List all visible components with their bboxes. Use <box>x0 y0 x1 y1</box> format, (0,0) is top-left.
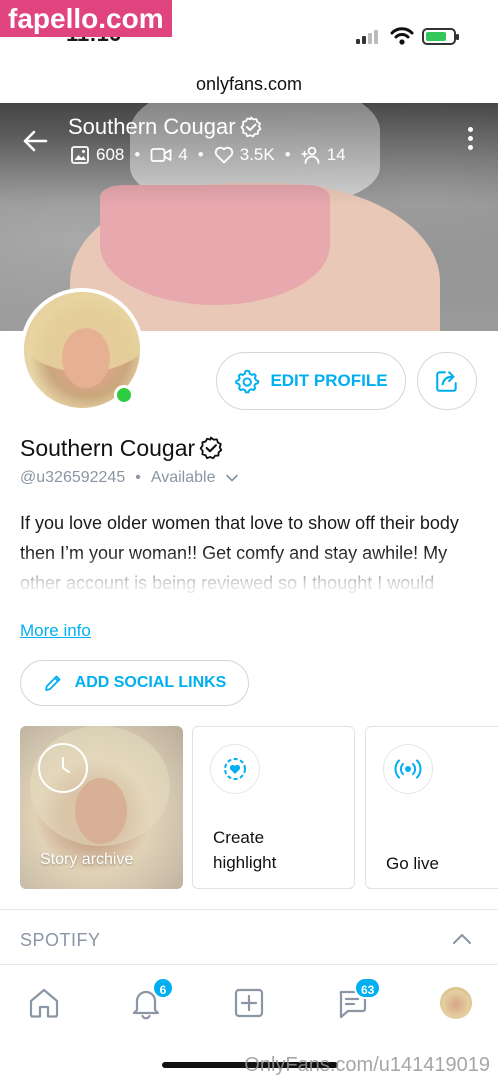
create-highlight-card[interactable]: Create highlight <box>192 726 355 889</box>
video-icon <box>150 148 172 162</box>
spotify-section-title[interactable]: SPOTIFY <box>20 929 101 951</box>
fans-count: 14 <box>326 145 346 164</box>
nav-create-post[interactable] <box>229 983 269 1023</box>
notifications-badge: 6 <box>152 977 174 999</box>
go-live-card[interactable]: Go live <box>365 726 498 889</box>
add-social-links-label: ADD SOCIAL LINKS <box>74 674 227 691</box>
likes-count: 3.5K <box>239 145 275 164</box>
section-divider <box>0 909 498 910</box>
add-post-icon <box>234 988 264 1018</box>
fans-icon <box>300 146 320 164</box>
pencil-icon <box>44 675 61 691</box>
availability-status[interactable]: Available <box>151 468 216 488</box>
heart-highlight-icon <box>210 744 260 794</box>
live-broadcast-icon <box>383 744 433 794</box>
photo-icon <box>71 146 89 164</box>
add-social-links-button[interactable]: ADD SOCIAL LINKS <box>20 660 249 706</box>
cover-name-text: Southern Cougar <box>68 114 236 139</box>
go-live-label: Go live <box>386 854 439 873</box>
nav-messages[interactable]: 63 <box>332 977 382 1023</box>
watermark-bottom: OnlyFans.com/u141419019 <box>244 1054 490 1076</box>
nav-home[interactable] <box>24 983 64 1023</box>
nav-notifications[interactable]: 6 <box>126 977 174 1023</box>
cover-title: Southern Cougar <box>68 113 262 141</box>
browser-url[interactable]: onlyfans.com <box>0 72 498 96</box>
story-archive-card[interactable]: Story archive <box>20 726 183 889</box>
home-icon <box>29 988 59 1018</box>
wifi-icon <box>390 27 414 45</box>
photos-count: 608 <box>96 145 125 164</box>
clock-history-icon <box>38 743 88 793</box>
verified-badge-icon <box>199 436 223 460</box>
edit-profile-label: EDIT PROFILE <box>270 371 388 390</box>
watermark-top: fapello.com <box>0 0 172 37</box>
messages-badge: 63 <box>354 977 382 999</box>
chevron-down-icon[interactable] <box>225 473 239 483</box>
back-arrow-icon[interactable] <box>22 128 48 154</box>
more-options-icon[interactable] <box>468 127 474 154</box>
more-info-link[interactable]: More info <box>20 620 91 642</box>
nav-profile[interactable] <box>436 983 476 1023</box>
create-highlight-label: Create highlight <box>213 828 277 872</box>
share-button[interactable] <box>417 352 477 410</box>
videos-count: 4 <box>178 145 188 164</box>
cover-stats: 608 • 4 • 3.5K • 14 <box>70 144 346 166</box>
nav-avatar <box>440 987 472 1019</box>
verified-badge-icon <box>240 116 261 138</box>
gear-icon <box>235 369 260 394</box>
username-handle: @u326592245 <box>20 469 126 486</box>
profile-name: Southern Cougar <box>20 434 223 462</box>
handle-row: @u326592245 • Available <box>20 468 239 488</box>
chevron-up-icon[interactable] <box>452 932 472 946</box>
battery-icon <box>422 28 459 45</box>
profile-name-text: Southern Cougar <box>20 435 196 461</box>
heart-icon <box>214 146 233 164</box>
profile-bio: If you love older women that love to sho… <box>20 508 480 608</box>
cellular-signal-icon <box>356 28 382 44</box>
story-archive-label: Story archive <box>40 851 134 868</box>
share-icon <box>436 371 457 392</box>
online-status-indicator <box>114 385 134 405</box>
edit-profile-button[interactable]: EDIT PROFILE <box>216 352 406 410</box>
